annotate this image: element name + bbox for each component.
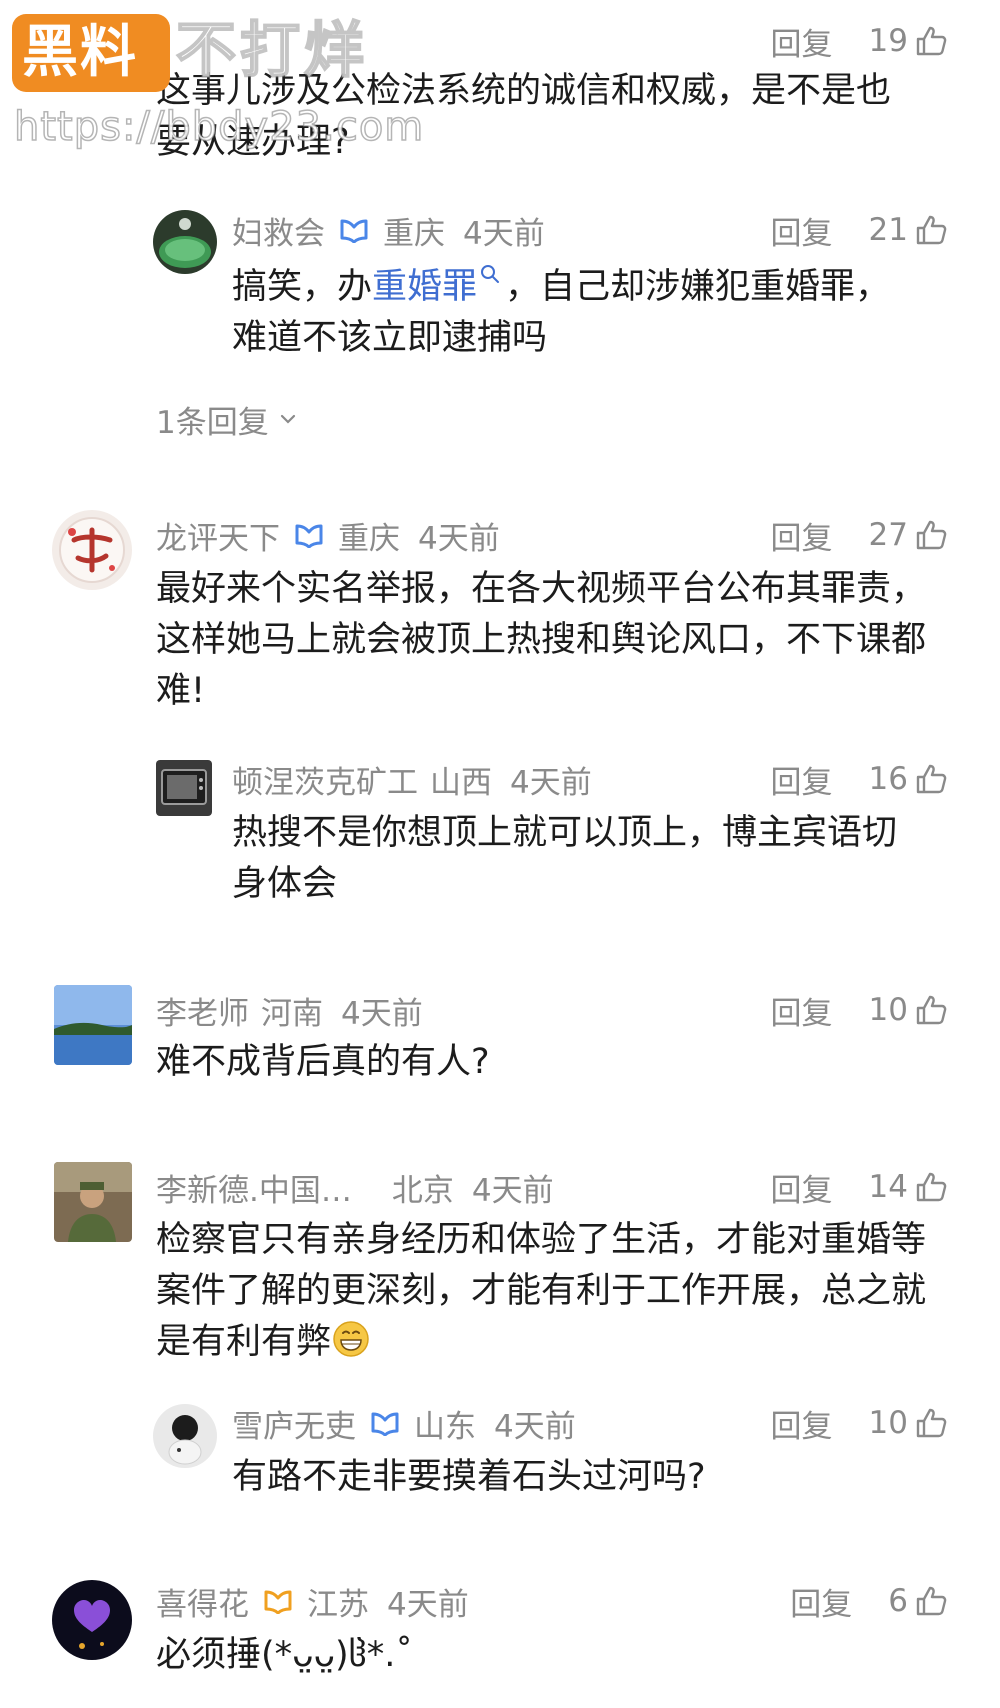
like-count: 14 xyxy=(868,1169,908,1205)
reply-button[interactable]: 回复 xyxy=(771,757,833,802)
avatar[interactable] xyxy=(153,1404,217,1468)
comment-text: 最好来个实名举报，在各大视频平台公布其罪责，这样她马上就会被顶上热搜和舆论风口，… xyxy=(156,569,927,711)
username[interactable]: 妇救会 xyxy=(232,208,325,253)
like-count: 6 xyxy=(888,1583,908,1619)
grin-emoji-icon xyxy=(333,1321,369,1357)
thumbs-up-icon[interactable] xyxy=(914,1170,948,1204)
search-icon xyxy=(481,265,500,284)
avatar[interactable] xyxy=(52,510,132,590)
thumbs-up-icon[interactable] xyxy=(914,762,948,796)
comment-actions: 回复 14 xyxy=(771,1164,948,1210)
username[interactable]: 李新德.中国… xyxy=(156,1165,352,1210)
reply-button[interactable]: 回复 xyxy=(771,1401,833,1446)
reply-text: 有路不走非要摸着石头过河吗? xyxy=(232,1457,706,1497)
reply-button[interactable]: 回复 xyxy=(771,1165,833,1210)
reply-button[interactable]: 回复 xyxy=(771,19,833,64)
watermark-logo-text: 黑料 xyxy=(22,20,138,85)
avatar[interactable] xyxy=(153,210,217,274)
timestamp: 4天前 xyxy=(463,215,545,252)
comment-meta: 李新德.中国… 北京 4天前 xyxy=(156,1164,554,1210)
comment-meta: 喜得花 江苏 4天前 xyxy=(156,1578,469,1624)
comment-meta: 龙评天下 重庆 4天前 xyxy=(156,512,500,558)
comment-text: 检察官只有亲身经历和体验了生活，才能对重婚等案件了解的更深刻，才能有利于工作开展… xyxy=(156,1215,926,1368)
reply-actions: 回复 21 xyxy=(771,207,948,253)
avatar[interactable] xyxy=(52,1580,132,1660)
comment-actions: 回复 27 xyxy=(771,512,948,558)
reply-text: 搞笑，办重婚罪 ，自己却涉嫌犯重婚罪，难道不该立即逮捕吗 xyxy=(232,262,922,364)
username[interactable]: 雪庐无吏 xyxy=(232,1401,356,1446)
avatar[interactable] xyxy=(156,760,212,816)
username[interactable]: 喜得花 xyxy=(156,1579,249,1624)
verified-badge-icon xyxy=(337,215,371,245)
reply-meta: 雪庐无吏 山东 4天前 xyxy=(232,1400,576,1446)
username[interactable]: 龙评天下 xyxy=(156,513,280,558)
comment-actions: 回复 6 xyxy=(790,1578,948,1624)
comment-actions: 回复 10 xyxy=(771,987,948,1033)
watermark-logo: 黑料 xyxy=(12,14,170,92)
username[interactable]: 顿涅茨克矿工 xyxy=(232,757,418,802)
more-replies-link[interactable]: 1条回复 xyxy=(156,396,299,442)
thumbs-up-icon[interactable] xyxy=(914,518,948,552)
reply-meta: 妇救会 重庆 4天前 xyxy=(232,207,545,253)
comment-meta: 李老师 河南 4天前 xyxy=(156,987,423,1033)
region: 河南 xyxy=(261,995,323,1032)
region: 北京 xyxy=(391,1172,454,1209)
thumbs-up-icon[interactable] xyxy=(914,1406,948,1440)
thumbs-up-icon[interactable] xyxy=(914,1584,948,1618)
like-count: 16 xyxy=(868,761,908,797)
chevron-down-icon xyxy=(280,414,295,424)
reply-actions: 回复 10 xyxy=(771,1400,948,1446)
region: 山东 xyxy=(414,1408,476,1445)
region: 江苏 xyxy=(307,1586,369,1623)
reply-meta: 顿涅茨克矿工 山西 4天前 xyxy=(232,756,592,802)
watermark-url: https://bbdy23.com xyxy=(13,103,425,151)
like-count: 10 xyxy=(868,1405,908,1441)
reply-text: 热搜不是你想顶上就可以顶上，博主宾语切身体会 xyxy=(232,813,898,904)
reply-actions: 回复 16 xyxy=(771,756,948,802)
timestamp: 4天前 xyxy=(494,1408,576,1445)
username[interactable]: 李老师 xyxy=(156,988,249,1033)
reply-button[interactable]: 回复 xyxy=(771,988,833,1033)
like-count: 21 xyxy=(868,212,908,248)
thumbs-up-icon[interactable] xyxy=(914,24,948,58)
reply-button[interactable]: 回复 xyxy=(790,1579,852,1624)
like-count: 27 xyxy=(868,517,908,553)
timestamp: 4天前 xyxy=(387,1586,469,1623)
reply-button[interactable]: 回复 xyxy=(771,513,833,558)
thumbs-up-icon[interactable] xyxy=(914,993,948,1027)
timestamp: 4天前 xyxy=(471,1172,554,1209)
region: 重庆 xyxy=(338,520,400,557)
timestamp: 4天前 xyxy=(341,995,423,1032)
reply-text-start: 搞笑，办 xyxy=(232,267,373,307)
timestamp: 4天前 xyxy=(510,764,592,801)
timestamp: 4天前 xyxy=(418,520,500,557)
like-count: 10 xyxy=(868,992,908,1028)
verified-badge-icon xyxy=(292,520,326,550)
verified-badge-icon xyxy=(261,1586,295,1616)
topic-link[interactable]: 重婚罪 xyxy=(372,267,477,307)
thumbs-up-icon[interactable] xyxy=(914,213,948,247)
like-count: 19 xyxy=(868,23,908,59)
region: 重庆 xyxy=(383,215,445,252)
comment-text: 难不成背后真的有人? xyxy=(156,1042,490,1082)
region: 山西 xyxy=(430,764,492,801)
watermark-brand: 不打烊 xyxy=(175,15,368,87)
more-replies-label: 1条回复 xyxy=(156,404,269,441)
comment-text-content: 检察官只有亲身经历和体验了生活，才能对重婚等案件了解的更深刻，才能有利于工作开展… xyxy=(156,1220,927,1362)
comment-text: 必须捶(*ᴗ̤ᴗ̤)ჱ*.˚ xyxy=(156,1635,413,1675)
avatar[interactable] xyxy=(54,985,132,1065)
avatar[interactable] xyxy=(54,1162,132,1242)
verified-badge-icon xyxy=(368,1408,402,1438)
watermark: 黑料 不打烊 https://bbdy23.com xyxy=(12,14,492,154)
comment-actions: 回复 19 xyxy=(771,18,948,64)
reply-button[interactable]: 回复 xyxy=(771,208,833,253)
